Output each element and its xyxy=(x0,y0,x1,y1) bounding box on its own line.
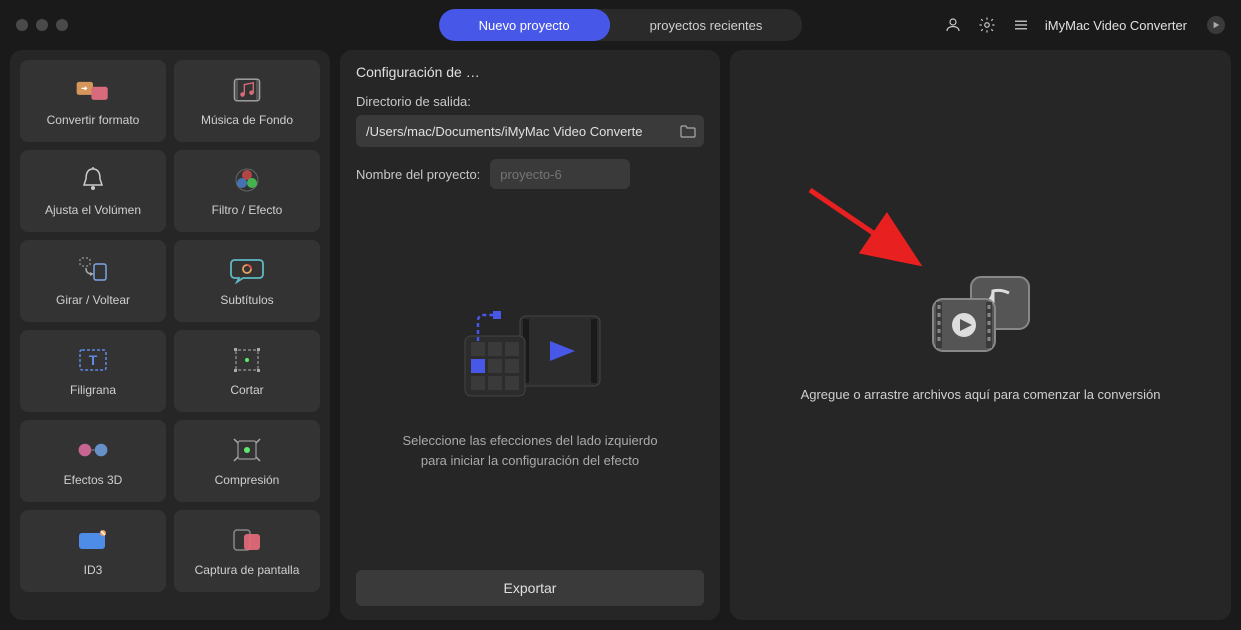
tile-crop[interactable]: Cortar xyxy=(174,330,320,412)
config-title: Configuración de … xyxy=(356,64,704,80)
folder-icon[interactable] xyxy=(680,124,696,138)
svg-text:T: T xyxy=(89,352,98,368)
project-tabs: Nuevo proyecto proyectos recientes xyxy=(439,9,803,41)
tile-id3[interactable]: ID3 xyxy=(20,510,166,592)
output-dir-value: /Users/mac/Documents/iMyMac Video Conver… xyxy=(366,124,642,139)
tile-label: Filigrana xyxy=(70,383,116,397)
play-badge-icon xyxy=(1207,16,1225,34)
tile-3d-effects[interactable]: Efectos 3D xyxy=(20,420,166,502)
tile-label: Cortar xyxy=(230,383,263,397)
color-wheel-icon xyxy=(229,165,265,195)
user-icon[interactable] xyxy=(943,15,963,35)
config-instructions: Seleccione las efecciones del lado izqui… xyxy=(402,431,657,470)
tile-label: Ajusta el Volúmen xyxy=(45,203,141,217)
tile-label: Convertir formato xyxy=(47,113,140,127)
tile-label: ID3 xyxy=(84,563,103,577)
tile-label: Compresión xyxy=(215,473,280,487)
window-controls xyxy=(16,19,68,31)
tab-recent-projects[interactable]: proyectos recientes xyxy=(610,9,803,41)
close-window-button[interactable] xyxy=(16,19,28,31)
effects-illustration-icon xyxy=(445,301,615,411)
tile-screenshot[interactable]: Captura de pantalla xyxy=(174,510,320,592)
header-actions: iMyMac Video Converter xyxy=(943,15,1225,35)
project-name-label: Nombre del proyecto: xyxy=(356,167,480,182)
drop-zone-text: Agregue o arrastre archivos aquí para co… xyxy=(801,387,1161,402)
tile-label: Efectos 3D xyxy=(64,473,123,487)
rotate-icon xyxy=(75,255,111,285)
output-dir-label: Directorio de salida: xyxy=(356,94,704,109)
tile-label: Girar / Voltear xyxy=(56,293,130,307)
tools-sidebar: Convertir formato Música de Fondo Ajusta… xyxy=(10,50,330,620)
tile-rotate-flip[interactable]: Girar / Voltear xyxy=(20,240,166,322)
tile-subtitles[interactable]: Subtítulos xyxy=(174,240,320,322)
drop-zone[interactable]: Agregue o arrastre archivos aquí para co… xyxy=(730,50,1231,620)
app-title: iMyMac Video Converter xyxy=(1045,18,1187,33)
project-name-input[interactable] xyxy=(490,159,630,189)
music-film-icon xyxy=(229,75,265,105)
drop-media-icon xyxy=(921,269,1041,359)
tile-compression[interactable]: Compresión xyxy=(174,420,320,502)
maximize-window-button[interactable] xyxy=(56,19,68,31)
config-panel: Configuración de … Directorio de salida:… xyxy=(340,50,720,620)
tile-label: Subtítulos xyxy=(220,293,273,307)
subtitles-icon xyxy=(229,255,265,285)
gear-icon[interactable] xyxy=(977,15,997,35)
volume-bell-icon xyxy=(75,165,111,195)
id3-tag-icon xyxy=(75,525,111,555)
minimize-window-button[interactable] xyxy=(36,19,48,31)
tile-label: Filtro / Efecto xyxy=(212,203,283,217)
tile-convert-format[interactable]: Convertir formato xyxy=(20,60,166,142)
crop-icon xyxy=(229,345,265,375)
convert-icon xyxy=(75,75,111,105)
tab-new-project[interactable]: Nuevo proyecto xyxy=(439,9,610,41)
3d-glasses-icon xyxy=(75,435,111,465)
tile-adjust-volume[interactable]: Ajusta el Volúmen xyxy=(20,150,166,232)
export-button[interactable]: Exportar xyxy=(356,570,704,606)
screenshot-icon xyxy=(229,525,265,555)
watermark-icon: T xyxy=(75,345,111,375)
tile-watermark[interactable]: T Filigrana xyxy=(20,330,166,412)
tile-background-music[interactable]: Música de Fondo xyxy=(174,60,320,142)
tile-label: Música de Fondo xyxy=(201,113,293,127)
tile-filter-effect[interactable]: Filtro / Efecto xyxy=(174,150,320,232)
main-area: Convertir formato Música de Fondo Ajusta… xyxy=(0,50,1241,630)
titlebar: Nuevo proyecto proyectos recientes iMyMa… xyxy=(0,0,1241,50)
output-dir-field[interactable]: /Users/mac/Documents/iMyMac Video Conver… xyxy=(356,115,704,147)
tile-label: Captura de pantalla xyxy=(195,563,300,577)
compress-icon xyxy=(229,435,265,465)
menu-icon[interactable] xyxy=(1011,15,1031,35)
